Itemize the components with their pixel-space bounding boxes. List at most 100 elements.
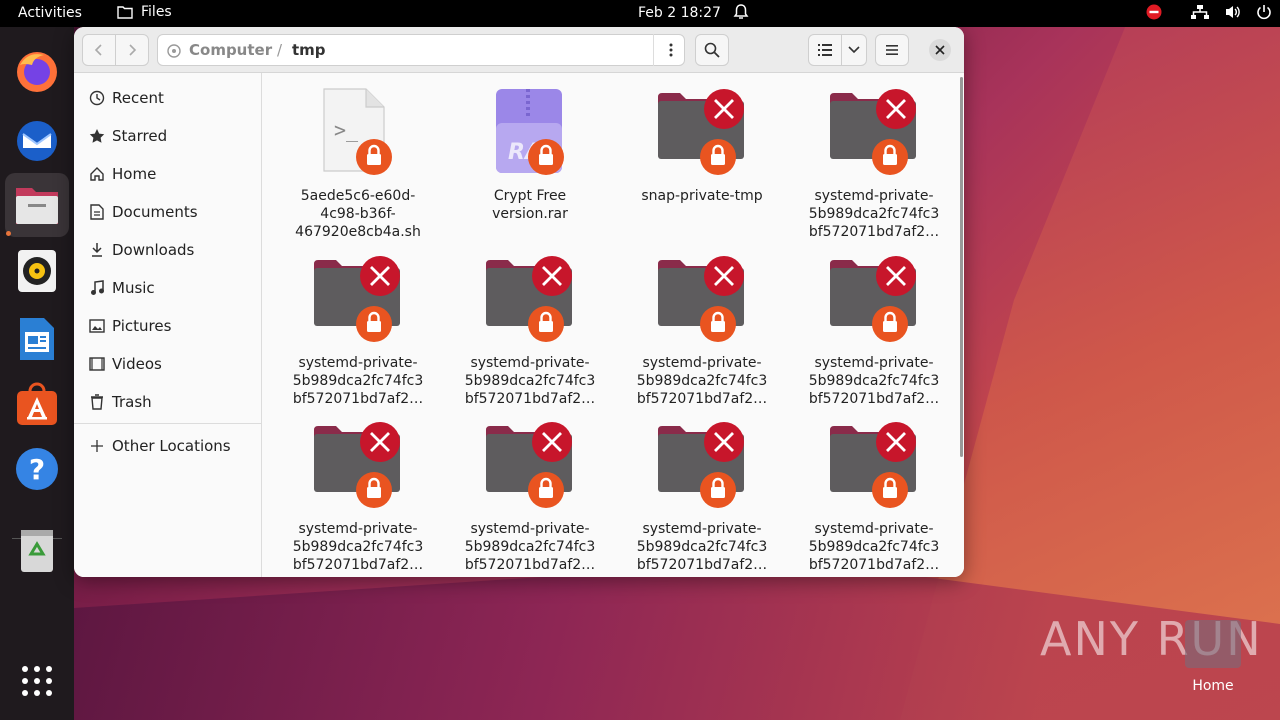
path-separator: / — [277, 41, 283, 59]
lock-badge — [528, 139, 564, 175]
file-name-line: 5b989dca2fc74fc3 — [464, 373, 596, 389]
scrollbar[interactable] — [960, 77, 963, 457]
help-icon[interactable]: ? — [5, 437, 69, 501]
close-button[interactable] — [929, 39, 951, 61]
chevron-left-icon — [94, 44, 102, 56]
archive-file-icon: RA — [486, 87, 574, 175]
kebab-menu-icon — [669, 43, 672, 57]
file-name-line: 5aede5c6-e60d- — [300, 188, 416, 204]
view-options-button[interactable] — [841, 34, 867, 66]
main-menu-button[interactable] — [875, 34, 909, 66]
file-item[interactable]: systemd-private- 5b989dca2fc74fc3 bf572071… — [617, 254, 787, 414]
list-view-icon — [818, 44, 832, 56]
file-name-line: 5b989dca2fc74fc3 — [464, 539, 596, 555]
firefox-icon[interactable] — [5, 40, 69, 104]
lock-badge — [700, 472, 736, 508]
show-apps-icon[interactable] — [5, 649, 69, 713]
file-name-line: 5b989dca2fc74fc3 — [292, 539, 424, 555]
app-menu[interactable]: Files — [117, 4, 172, 20]
file-item[interactable]: systemd-private- 5b989dca2fc74fc3 bf572071… — [789, 87, 959, 247]
sidebar-item-pictures[interactable]: Pictures — [74, 307, 262, 345]
desktop-home-label: Home — [1192, 678, 1234, 694]
notification-bell-icon[interactable] — [733, 3, 749, 25]
script-file-icon: >_ — [314, 87, 402, 175]
path-bar[interactable]: Computer / tmp — [157, 34, 685, 66]
sidebar-item-other-locations[interactable]: Other Locations — [74, 427, 262, 465]
file-item[interactable]: systemd-private- 5b989dca2fc74fc3 bf572071… — [789, 254, 959, 414]
sidebar-item-label: Downloads — [112, 241, 195, 259]
files-icon[interactable] — [5, 173, 69, 237]
picture-icon — [88, 317, 106, 335]
desktop-home-icon[interactable]: Home — [1184, 620, 1242, 700]
path-menu-button[interactable] — [653, 34, 687, 66]
locked-folder-icon — [658, 254, 746, 342]
file-name: systemd-private- 5b989dca2fc74fc3 bf572071… — [617, 354, 787, 408]
rhythmbox-icon[interactable] — [5, 239, 69, 303]
file-name-line: bf572071bd7af2… — [808, 224, 940, 240]
svg-text:?: ? — [29, 453, 45, 486]
sidebar-item-music[interactable]: Music — [74, 269, 262, 307]
chevron-right-icon — [129, 44, 137, 56]
file-item[interactable]: >_ 5aede5c6-e60d- 4c98-b36f- 467920e8cb4a.s… — [273, 87, 443, 247]
sidebar-item-trash[interactable]: Trash — [74, 383, 262, 421]
file-item[interactable]: systemd-private- 5b989dca2fc74fc3 bf572071… — [445, 254, 615, 414]
file-item[interactable]: systemd-private- 5b989dca2fc74fc3 bf572071… — [789, 420, 959, 577]
file-item[interactable]: snap-private-tmp — [617, 87, 787, 247]
app-name: Files — [141, 4, 172, 20]
forward-button[interactable] — [115, 34, 149, 66]
volume-icon — [1226, 6, 1240, 18]
file-name-line: bf572071bd7af2… — [292, 557, 424, 573]
search-button[interactable] — [695, 34, 729, 66]
file-name-line: bf572071bd7af2… — [292, 391, 424, 407]
sidebar-item-documents[interactable]: Documents — [74, 193, 262, 231]
file-item[interactable]: systemd-private- 5b989dca2fc74fc3 bf572071… — [617, 420, 787, 577]
video-icon — [88, 355, 106, 373]
sidebar-item-starred[interactable]: Starred — [74, 117, 262, 155]
sidebar-item-label: Music — [112, 279, 155, 297]
file-item[interactable]: systemd-private- 5b989dca2fc74fc3 bf572071… — [445, 420, 615, 577]
error-badge — [532, 422, 572, 462]
lock-badge — [356, 139, 392, 175]
star-icon — [88, 127, 106, 145]
file-name: 5aede5c6-e60d- 4c98-b36f- 467920e8cb4a.sh — [273, 187, 443, 241]
thunderbird-icon[interactable] — [5, 108, 69, 172]
locked-folder-icon — [486, 254, 574, 342]
path-root[interactable]: Computer — [189, 41, 272, 59]
file-name: systemd-private- 5b989dca2fc74fc3 bf572071… — [445, 520, 615, 574]
sidebar-item-home[interactable]: Home — [74, 155, 262, 193]
lock-badge — [700, 306, 736, 342]
activities-button[interactable]: Activities — [18, 5, 82, 21]
file-name-line: 4c98-b36f- — [320, 206, 396, 222]
sidebar-item-downloads[interactable]: Downloads — [74, 231, 262, 269]
locked-folder-icon — [830, 87, 918, 175]
back-button[interactable] — [82, 34, 116, 66]
error-badge — [876, 89, 916, 129]
system-tray[interactable] — [1146, 4, 1272, 20]
hamburger-menu-icon — [886, 45, 898, 55]
file-name-line: systemd-private- — [814, 355, 934, 371]
file-item[interactable]: systemd-private- 5b989dca2fc74fc3 bf572071… — [273, 254, 443, 414]
trash-icon[interactable] — [5, 519, 69, 583]
sidebar-item-recent[interactable]: Recent — [74, 79, 262, 117]
clock[interactable]: Feb 2 18:27 — [638, 5, 721, 21]
file-item[interactable]: systemd-private- 5b989dca2fc74fc3 bf572071… — [273, 420, 443, 577]
sidebar-item-label: Starred — [112, 127, 168, 145]
path-current[interactable]: tmp — [292, 41, 326, 59]
locked-folder-icon — [658, 87, 746, 175]
locked-folder-icon — [314, 254, 402, 342]
error-badge — [876, 256, 916, 296]
view-list-button[interactable] — [808, 34, 842, 66]
writer-icon[interactable] — [5, 307, 69, 371]
top-bar: Activities Files Feb 2 18:27 — [0, 0, 1280, 27]
active-indicator — [6, 231, 11, 236]
file-name: systemd-private- 5b989dca2fc74fc3 bf572071… — [617, 520, 787, 574]
lock-badge — [872, 306, 908, 342]
sidebar-item-label: Videos — [112, 355, 162, 373]
sidebar-item-videos[interactable]: Videos — [74, 345, 262, 383]
file-item[interactable]: RA Crypt Free version.rar — [445, 87, 615, 247]
file-name: systemd-private- 5b989dca2fc74fc3 bf572071… — [789, 187, 959, 241]
file-name-line: 467920e8cb4a.sh — [295, 224, 421, 240]
app-center-icon[interactable] — [5, 372, 69, 436]
trash-icon — [88, 393, 106, 411]
file-name-line: bf572071bd7af2… — [808, 391, 940, 407]
